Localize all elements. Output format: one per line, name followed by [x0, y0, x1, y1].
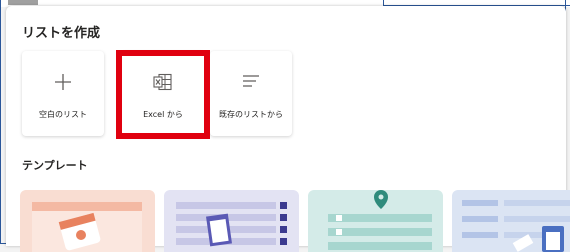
blank-list-label: 空白のリスト	[39, 110, 87, 119]
templates-heading: テンプレート	[22, 159, 88, 172]
template-card-task-board[interactable]	[452, 190, 570, 252]
list-lines-icon	[241, 73, 261, 93]
task-board-icon	[462, 200, 570, 252]
plus-icon	[54, 73, 72, 95]
map-pin-icon	[328, 190, 432, 250]
issue-tracker-clipboard-icon	[176, 202, 287, 247]
template-card-map[interactable]	[308, 190, 443, 252]
blank-list-card[interactable]: 空白のリスト	[22, 51, 104, 136]
from-existing-list-label: 既存のリストから	[219, 110, 283, 119]
from-existing-list-card[interactable]: 既存のリストから	[210, 51, 292, 136]
panel-title: リストを作成	[22, 26, 101, 41]
from-excel-label: Excel から	[143, 110, 183, 119]
excel-icon	[153, 73, 173, 95]
from-excel-card[interactable]: Excel から	[122, 51, 204, 136]
event-calendar-icon	[32, 202, 142, 252]
template-card-issue-tracker[interactable]	[164, 190, 299, 252]
create-list-panel: リストを作成 空白のリスト Excel から 既存のリストから テンプレート	[6, 6, 570, 252]
template-card-event[interactable]	[20, 190, 155, 252]
